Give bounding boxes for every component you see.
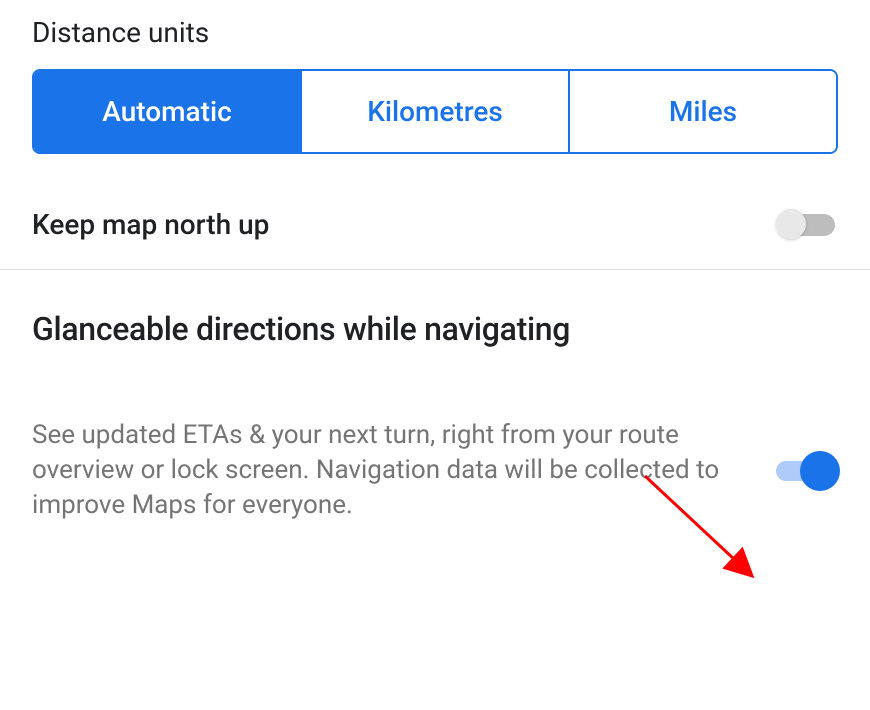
keep-north-row: Keep map north up — [0, 196, 870, 270]
toggle-thumb — [800, 451, 840, 491]
segment-automatic[interactable]: Automatic — [34, 71, 302, 152]
distance-units-title: Distance units — [32, 16, 838, 49]
segment-kilometres[interactable]: Kilometres — [302, 71, 570, 152]
annotation-arrow-icon — [635, 466, 775, 596]
glanceable-toggle[interactable] — [774, 451, 838, 491]
keep-north-toggle[interactable] — [778, 213, 838, 237]
toggle-thumb — [776, 209, 806, 239]
distance-units-selector: Automatic Kilometres Miles — [32, 69, 838, 154]
segment-miles[interactable]: Miles — [570, 71, 836, 152]
glanceable-heading: Glanceable directions while navigating — [0, 270, 870, 368]
keep-north-label: Keep map north up — [32, 208, 269, 241]
